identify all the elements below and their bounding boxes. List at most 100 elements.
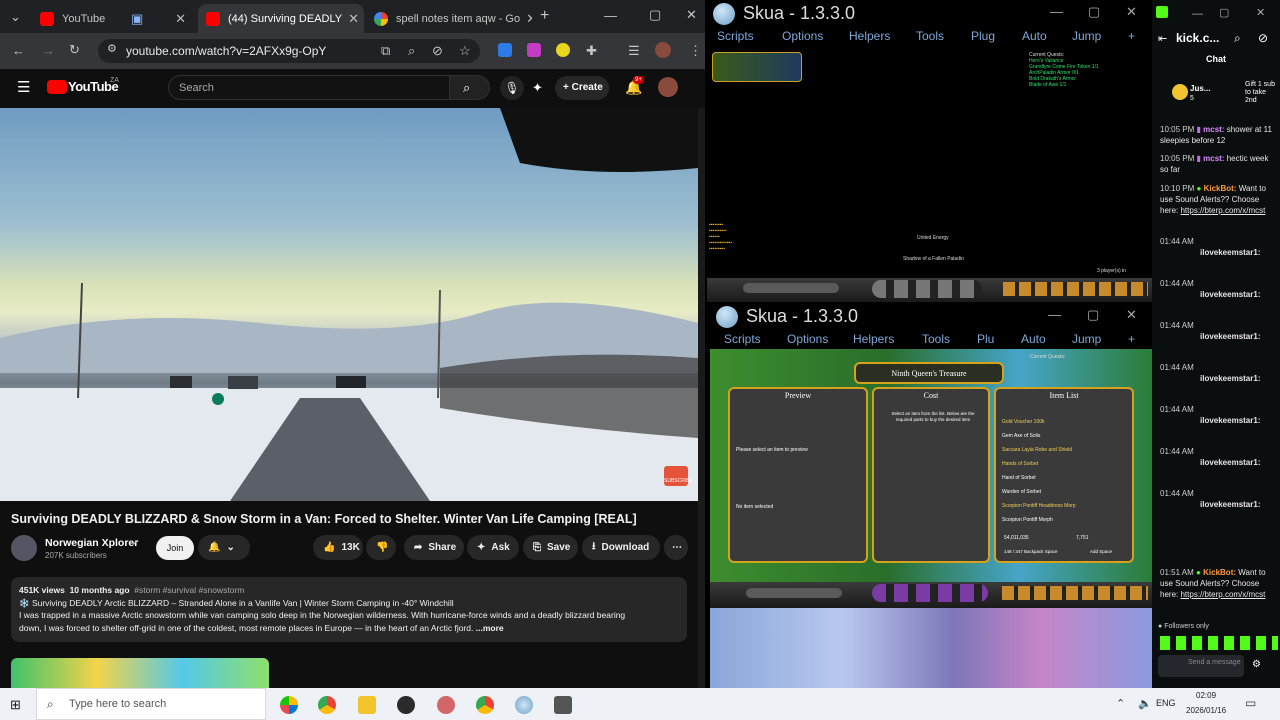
menu-scripts[interactable]: Scripts [724,332,761,346]
menu-add-button[interactable]: + [1128,29,1135,43]
bookmark-star-icon[interactable]: ☆ [459,44,471,57]
save-button[interactable]: ⎘ Save [523,535,578,560]
maximize-icon[interactable]: ▢ [1219,6,1229,19]
windows-start-icon[interactable]: ⊞ [10,697,21,713]
youtube-search-input[interactable]: Search [168,75,450,100]
close-tab-icon[interactable]: ✕ [342,11,359,27]
back-icon[interactable]: ← [12,44,25,57]
add-space-button[interactable]: Add Space [1090,549,1112,554]
language-indicator[interactable]: ENG [1156,698,1176,708]
chat-input-bar[interactable] [746,588,842,598]
game-viewport[interactable]: Current Quests: Hero's Valiance Grandlyr… [707,46,1152,278]
recommended-thumbnail[interactable] [11,658,269,688]
chrome-menu-icon[interactable]: ⋮ [689,44,702,57]
create-button[interactable]: + Create [555,76,609,100]
new-tab-button[interactable]: + [540,8,549,24]
sidebar-toggle-icon[interactable]: ⇤ [1158,32,1167,45]
minimize-icon[interactable]: — [1048,307,1061,322]
game-action-bar[interactable] [710,582,1152,608]
menu-icon-bar[interactable] [1002,586,1148,600]
list-item[interactable]: Scorpion Pontiff Headdress Morp [1002,499,1124,513]
download-button[interactable]: ⭳ Download [582,535,660,560]
channel-avatar[interactable] [11,535,37,561]
message-user[interactable]: ilovekeemstar1: [1160,416,1260,425]
join-button[interactable]: Join [156,536,194,560]
zoom-icon[interactable]: ⌕ [408,44,415,57]
reading-list-icon[interactable]: ☰ [628,44,640,57]
close-window-icon[interactable]: ✕ [686,8,697,21]
page-scrollbar[interactable] [698,108,705,688]
copilot-app-icon[interactable] [280,696,298,714]
message-user[interactable]: ilovekeemstar1: [1160,500,1260,509]
list-item[interactable]: Scorpion Pontiff Morph [1002,513,1124,527]
message-user[interactable]: mcst: [1203,125,1224,134]
item-list[interactable]: Gold Voucher 100k Gem Axe of Solis Sacca… [1002,415,1124,527]
notifications-icon[interactable]: ▭ [1245,696,1256,710]
yt-profile-avatar[interactable] [658,77,678,97]
obs-app-icon[interactable] [397,696,415,714]
voice-search-icon[interactable]: 🎙 [500,76,524,100]
chrome-profile-app-icon[interactable] [476,696,494,714]
close-tab-icon[interactable]: ✕ [520,11,532,27]
menu-options[interactable]: Options [787,332,828,346]
channel-name[interactable]: Norwegian Xplorer [45,537,138,549]
menu-tools[interactable]: Tools [916,29,944,43]
skua-app-icon[interactable] [515,696,533,714]
youtube-search-button[interactable]: ⌕ [450,75,490,100]
game-action-bar[interactable] [707,278,1152,302]
skill-bar[interactable] [872,280,982,298]
message-user[interactable]: KickBot: [1204,184,1237,193]
message-user[interactable]: KickBot: [1203,568,1236,577]
menu-tools[interactable]: Tools [922,332,950,346]
ai-sparkle-icon[interactable]: ✦ [532,81,543,94]
list-item[interactable]: Hands of Sorbet [1002,457,1124,471]
tab-youtube[interactable]: YouTube ▣ ✕ [32,4,194,33]
hamburger-menu-icon[interactable]: ☰ [17,80,30,95]
chat-message-input[interactable]: Send a message [1158,655,1244,677]
menu-auto[interactable]: Auto [1021,332,1046,346]
skill-bar[interactable] [872,584,988,602]
dislike-button[interactable]: 👎 [366,535,396,560]
subscribe-watermark[interactable]: SUBSCRIBE [664,466,693,486]
message-link[interactable]: https://bterp.com/x/mcst [1180,590,1265,599]
message-user[interactable]: ilovekeemstar1: [1160,332,1260,341]
menu-options[interactable]: Options [782,29,823,43]
more-actions-button[interactable]: ⋯ [664,535,688,560]
extensions-puzzle-icon[interactable]: ✚ [586,44,597,57]
app-icon[interactable] [437,696,455,714]
tab-surviving-deadly[interactable]: (44) Surviving DEADLY ✕ [198,4,364,33]
more-link[interactable]: ...more [476,623,504,633]
profile-avatar[interactable] [655,42,671,58]
site-info-icon[interactable]: ⚙ [107,44,117,55]
chrome-app-icon[interactable] [318,696,336,714]
close-tab-icon[interactable]: ✕ [169,11,186,27]
hashtags[interactable]: #storm #survival #snowstorm [134,585,244,595]
list-item[interactable]: Saccara Layla Robe and Shield [1002,443,1124,457]
file-explorer-icon[interactable] [358,696,376,714]
message-user[interactable]: ilovekeemstar1: [1160,458,1260,467]
search-icon[interactable]: ⌕ [1234,31,1241,46]
menu-auto[interactable]: Auto [1022,29,1047,43]
share-button[interactable]: ➦ Share [404,535,464,560]
close-window-icon[interactable]: ✕ [1256,6,1265,19]
list-item[interactable]: Warden of Sorbet [1002,485,1124,499]
list-item[interactable]: Gold Voucher 100k [1002,415,1124,429]
tab-search-chevron-icon[interactable]: ⌄ [10,10,21,23]
close-window-icon[interactable]: ✕ [1126,307,1137,323]
minimize-icon[interactable]: — [1050,4,1063,19]
video-player[interactable]: SUBSCRIBE [0,108,698,501]
taskbar-search-box[interactable]: ⌕ Type here to search [36,688,266,720]
maximize-icon[interactable]: ▢ [1088,4,1100,20]
message-user[interactable]: mcst: [1203,154,1224,163]
extension-3-icon[interactable] [556,43,570,57]
message-user[interactable]: ilovekeemstar1: [1160,290,1260,299]
forward-icon[interactable]: → [42,44,55,57]
menu-plug[interactable]: Plug [971,29,995,43]
clock-time[interactable]: 02:09 [1196,691,1216,700]
reload-icon[interactable]: ↻ [69,43,80,56]
extension-2-icon[interactable] [527,43,541,57]
message-user[interactable]: ilovekeemstar1: [1160,374,1260,383]
message-link[interactable]: https://bterp.com/x/mcst [1180,206,1265,215]
menu-add-button[interactable]: + [1128,332,1135,346]
menu-icon-bar[interactable] [1003,282,1148,296]
